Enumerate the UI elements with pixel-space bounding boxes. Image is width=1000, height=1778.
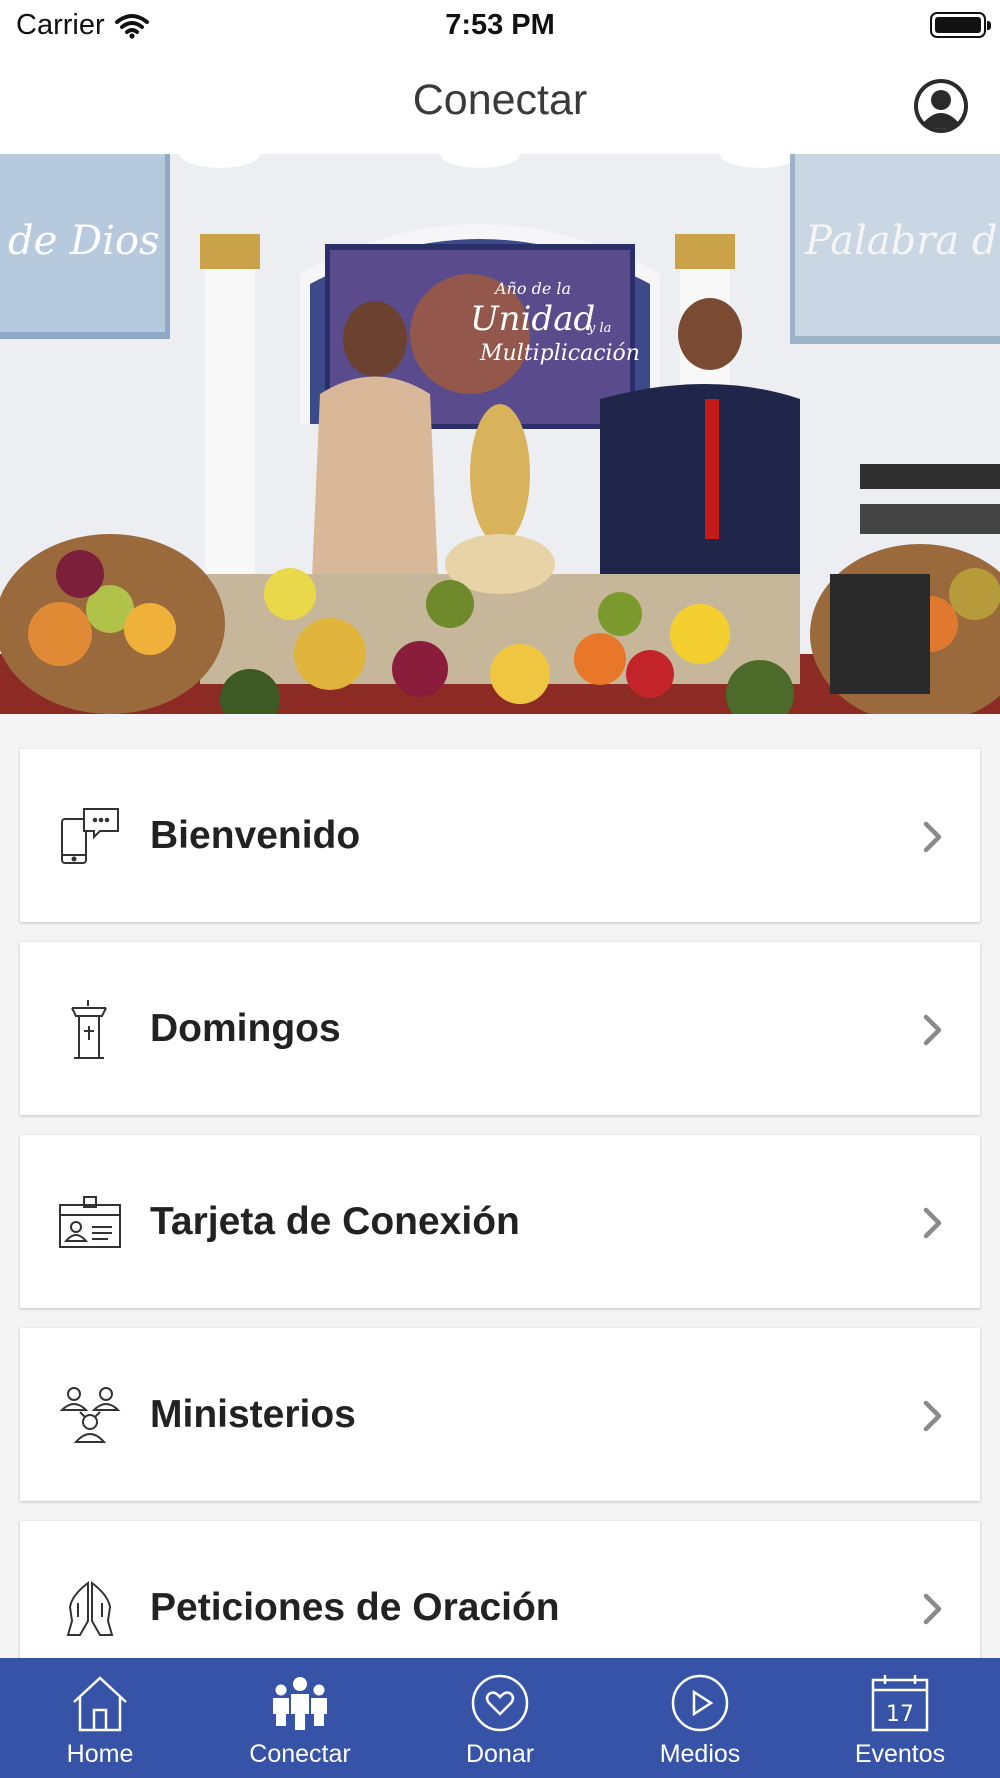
home-icon — [73, 1676, 127, 1732]
tab-label: Home — [66, 1740, 134, 1768]
chevron-right-icon — [923, 1593, 942, 1625]
profile-icon[interactable] — [912, 77, 970, 135]
menu-item-label: Domingos — [150, 1007, 341, 1050]
tab-home[interactable]: Home — [0, 1658, 200, 1778]
connect-menu: Bienvenido Domingos Tarjeta de Conexión — [20, 749, 980, 1714]
menu-item-label: Ministerios — [150, 1393, 356, 1436]
tab-bar: Home Conectar Donar Medios 17 Eventos — [0, 1658, 1000, 1778]
phone-chat-icon — [61, 808, 119, 864]
calendar-icon: 17 — [871, 1675, 929, 1732]
tab-donar[interactable]: Donar — [400, 1658, 600, 1778]
battery-icon — [930, 12, 991, 38]
calendar-day: 17 — [886, 1702, 914, 1727]
menu-item-domingos[interactable]: Domingos — [20, 942, 980, 1115]
chevron-right-icon — [923, 1207, 942, 1239]
menu-item-label: Bienvenido — [150, 814, 361, 857]
menu-item-label: Tarjeta de Conexión — [150, 1200, 520, 1243]
banner-center-line1: Año de la — [493, 279, 571, 298]
banner-left-text: de Dios — [8, 218, 159, 264]
play-circle-icon — [671, 1674, 729, 1732]
chevron-right-icon — [923, 1014, 942, 1046]
nav-bar: Conectar — [0, 52, 1000, 154]
banner-center-line3: y la — [587, 321, 611, 336]
menu-item-bienvenido[interactable]: Bienvenido — [20, 749, 980, 922]
tab-label: Eventos — [854, 1740, 946, 1768]
menu-item-tarjeta-conexion[interactable]: Tarjeta de Conexión — [20, 1135, 980, 1308]
hero-image: de Dios Palabra d Año de la Unidad y la … — [0, 154, 1000, 714]
status-time: 7:53 PM — [445, 9, 555, 41]
people-group-icon — [59, 1387, 121, 1443]
tab-label: Donar — [465, 1740, 535, 1768]
id-card-icon — [59, 1196, 121, 1248]
chevron-right-icon — [923, 1400, 942, 1432]
tab-label: Medios — [659, 1740, 741, 1768]
tab-medios[interactable]: Medios — [600, 1658, 800, 1778]
people-icon — [273, 1677, 327, 1730]
banner-right-text: Palabra d — [804, 218, 998, 264]
banner-center-line4: Multiplicación — [479, 341, 640, 366]
page-title: Conectar — [412, 76, 588, 124]
pulpit-icon — [71, 1000, 107, 1059]
chevron-right-icon — [923, 821, 942, 853]
tab-eventos[interactable]: 17 Eventos — [800, 1658, 1000, 1778]
banner-center-line2: Unidad — [470, 299, 595, 339]
tab-conectar[interactable]: Conectar — [200, 1658, 400, 1778]
praying-hands-icon — [66, 1580, 114, 1636]
tab-label: Conectar — [249, 1740, 351, 1768]
heart-circle-icon — [471, 1674, 529, 1732]
menu-item-ministerios[interactable]: Ministerios — [20, 1328, 980, 1501]
status-bar: Carrier 7:53 PM — [0, 0, 1000, 52]
